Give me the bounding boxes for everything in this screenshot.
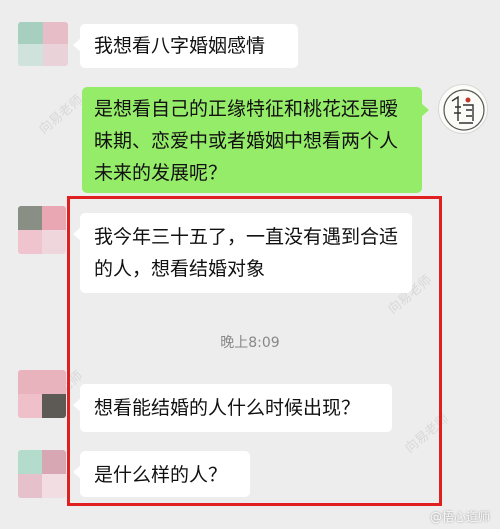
message-text: 是什么样的人？ bbox=[94, 464, 228, 486]
contact-avatar[interactable] bbox=[18, 22, 68, 66]
message-bubble[interactable]: 我想看八字婚姻感情 bbox=[73, 24, 298, 68]
message-text: 是想看自己的正缘特征和桃花还是暧昧期、恋爱中或者婚姻中想看两个人未来的发展呢？ bbox=[94, 98, 399, 184]
seal-logo-icon bbox=[443, 89, 485, 131]
message-text: 我想看八字婚姻感情 bbox=[94, 35, 266, 57]
contact-avatar[interactable] bbox=[18, 370, 66, 418]
message-text: 我今年三十五了，一直没有遇到合适的人，想看结婚对象 bbox=[94, 226, 399, 280]
footer-watermark: @悟心道师 bbox=[429, 510, 490, 524]
message-text: 想看能结婚的人什么时候出现？ bbox=[94, 397, 361, 419]
contact-avatar[interactable] bbox=[18, 450, 66, 498]
message-bubble[interactable]: 想看能结婚的人什么时候出现？ bbox=[73, 384, 392, 432]
message-timestamp: 晚上8:09 bbox=[220, 335, 280, 351]
message-bubble[interactable]: 是什么样的人？ bbox=[73, 451, 250, 497]
user-avatar[interactable] bbox=[438, 84, 488, 134]
watermark-text: 向易老师 bbox=[36, 92, 87, 138]
message-bubble[interactable]: 是想看自己的正缘特征和桃花还是暧昧期、恋爱中或者婚姻中想看两个人未来的发展呢？ bbox=[82, 87, 429, 193]
message-bubble[interactable]: 我今年三十五了，一直没有遇到合适的人，想看结婚对象 bbox=[73, 213, 412, 293]
contact-avatar[interactable] bbox=[18, 206, 66, 254]
